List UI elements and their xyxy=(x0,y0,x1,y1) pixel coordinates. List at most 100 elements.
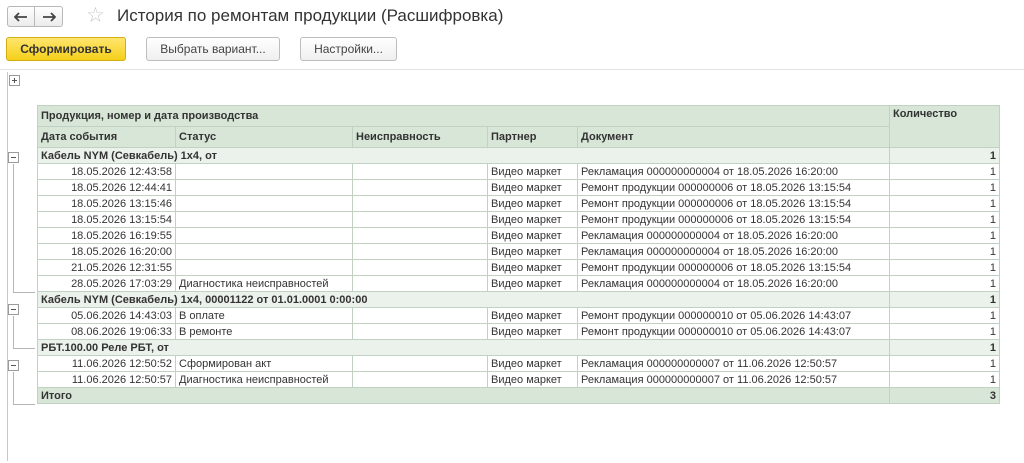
document-cell[interactable]: Рекламация 000000000004 от 18.05.2026 16… xyxy=(576,163,891,180)
fault-cell xyxy=(352,195,488,212)
document-cell[interactable]: Ремонт продукции 000000006 от 18.05.2026… xyxy=(576,179,891,196)
document-header: Документ xyxy=(576,126,891,148)
status-cell xyxy=(175,211,353,228)
header-row: Дата события Статус Неисправность Партне… xyxy=(37,126,1000,148)
table-row[interactable]: 18.05.2026 12:44:41 Видео маркет Ремонт … xyxy=(37,179,1001,196)
quantity-cell: 1 xyxy=(889,163,1001,180)
table-row[interactable]: 28.05.2026 17:03:29 Диагностика неисправ… xyxy=(37,275,1001,292)
group-quantity: 1 xyxy=(889,291,1001,308)
table-row[interactable]: 05.06.2026 14:43:03 В оплате Видео марке… xyxy=(37,307,1001,324)
group-title: РБТ.100.00 Реле РБТ, от xyxy=(36,339,891,356)
group-quantity: 1 xyxy=(889,147,1001,164)
document-cell[interactable]: Ремонт продукции 000000006 от 18.05.2026… xyxy=(576,195,891,212)
partner-cell[interactable]: Видео маркет xyxy=(487,179,578,196)
document-cell[interactable]: Рекламация 000000000007 от 11.06.2026 12… xyxy=(576,355,891,372)
partner-cell[interactable]: Видео маркет xyxy=(487,275,578,292)
fault-header: Неисправность xyxy=(352,126,488,148)
quantity-cell: 1 xyxy=(889,355,1001,372)
table-row[interactable]: 08.06.2026 19:06:33 В ремонте Видео марк… xyxy=(37,323,1001,340)
document-cell[interactable]: Рекламация 000000000007 от 11.06.2026 12… xyxy=(576,371,891,388)
event-date-cell: 28.05.2026 17:03:29 xyxy=(37,275,176,292)
tree-line xyxy=(13,292,35,293)
status-cell xyxy=(175,243,353,260)
quantity-cell: 1 xyxy=(889,259,1001,276)
fault-cell xyxy=(352,243,488,260)
status-cell xyxy=(175,163,353,180)
group-row[interactable]: РБТ.100.00 Реле РБТ, от 1 xyxy=(36,339,1001,356)
fault-cell xyxy=(352,259,488,276)
status-cell: В оплате xyxy=(175,307,353,324)
status-cell xyxy=(175,195,353,212)
collapse-group-2-icon[interactable] xyxy=(8,304,19,315)
partner-cell[interactable]: Видео маркет xyxy=(487,323,578,340)
report-spreadsheet[interactable]: Продукция, номер и дата производства Кол… xyxy=(0,72,1024,463)
header-row: Продукция, номер и дата производства Кол… xyxy=(36,105,1001,148)
fault-cell xyxy=(352,323,488,340)
table-row[interactable]: 11.06.2026 12:50:57 Диагностика неисправ… xyxy=(37,371,1001,388)
arrow-right-icon xyxy=(42,11,56,22)
document-cell[interactable]: Ремонт продукции 000000010 от 05.06.2026… xyxy=(576,307,891,324)
partner-cell[interactable]: Видео маркет xyxy=(487,211,578,228)
favorite-star-icon[interactable]: ☆ xyxy=(86,5,105,26)
forward-button[interactable] xyxy=(35,6,63,27)
status-cell: Сформирован акт xyxy=(175,355,353,372)
partner-cell[interactable]: Видео маркет xyxy=(487,227,578,244)
fault-cell xyxy=(352,307,488,324)
partner-cell[interactable]: Видео маркет xyxy=(487,195,578,212)
title-bar: ☆ История по ремонтам продукции (Расшифр… xyxy=(0,0,1024,34)
status-cell xyxy=(175,179,353,196)
partner-cell[interactable]: Видео маркет xyxy=(487,307,578,324)
quantity-cell: 1 xyxy=(889,323,1001,340)
status-cell: Диагностика неисправностей xyxy=(175,275,353,292)
total-label: Итого xyxy=(36,387,891,404)
table-row[interactable]: 18.05.2026 16:20:00 Видео маркет Реклама… xyxy=(37,243,1001,260)
event-date-cell: 18.05.2026 12:43:58 xyxy=(37,163,176,180)
quantity-cell: 1 xyxy=(889,211,1001,228)
generate-button[interactable]: Сформировать xyxy=(6,37,126,61)
document-cell[interactable]: Рекламация 000000000004 от 18.05.2026 16… xyxy=(576,275,891,292)
document-cell[interactable]: Ремонт продукции 000000010 от 05.06.2026… xyxy=(576,323,891,340)
group-row[interactable]: Кабель NYM (Севкабель) 1x4, 00001122 от … xyxy=(36,291,1001,308)
tree-line xyxy=(13,372,14,405)
event-date-cell: 18.05.2026 16:20:00 xyxy=(37,243,176,260)
partner-cell[interactable]: Видео маркет xyxy=(487,371,578,388)
collapse-group-3-icon[interactable] xyxy=(8,360,19,371)
status-header: Статус xyxy=(175,126,353,148)
table-row[interactable]: 18.05.2026 13:15:46 Видео маркет Ремонт … xyxy=(37,195,1001,212)
quantity-cell: 1 xyxy=(889,227,1001,244)
status-cell xyxy=(175,259,353,276)
partner-cell[interactable]: Видео маркет xyxy=(487,259,578,276)
fault-cell xyxy=(352,211,488,228)
table-row[interactable]: 18.05.2026 16:19:55 Видео маркет Реклама… xyxy=(37,227,1001,244)
document-cell[interactable]: Ремонт продукции 000000006 от 18.05.2026… xyxy=(576,259,891,276)
group-row[interactable]: Кабель NYM (Севкабель) 1x4, от 1 xyxy=(36,147,1001,164)
fault-cell xyxy=(352,371,488,388)
document-cell[interactable]: Рекламация 000000000004 от 18.05.2026 16… xyxy=(576,227,891,244)
event-date-cell: 18.05.2026 16:19:55 xyxy=(37,227,176,244)
back-button[interactable] xyxy=(7,6,35,27)
partner-cell[interactable]: Видео маркет xyxy=(487,163,578,180)
status-cell: Диагностика неисправностей xyxy=(175,371,353,388)
tree-line xyxy=(13,316,14,349)
table-row[interactable]: 18.05.2026 12:43:58 Видео маркет Реклама… xyxy=(37,163,1001,180)
partner-cell[interactable]: Видео маркет xyxy=(487,243,578,260)
arrow-left-icon xyxy=(14,11,27,22)
event-date-cell: 18.05.2026 13:15:54 xyxy=(37,211,176,228)
event-date-cell: 11.06.2026 12:50:57 xyxy=(37,371,176,388)
fault-cell xyxy=(352,163,488,180)
quantity-cell: 1 xyxy=(889,275,1001,292)
document-cell[interactable]: Рекламация 000000000004 от 18.05.2026 16… xyxy=(576,243,891,260)
tree-line xyxy=(13,348,35,349)
select-variant-button[interactable]: Выбрать вариант... xyxy=(146,37,280,61)
event-date-header: Дата события xyxy=(37,126,176,148)
settings-button[interactable]: Настройки... xyxy=(300,37,397,61)
expand-all-icon[interactable] xyxy=(9,75,20,86)
collapse-group-1-icon[interactable] xyxy=(8,152,19,163)
partner-cell[interactable]: Видео маркет xyxy=(487,355,578,372)
quantity-header: Количество xyxy=(889,105,1001,148)
document-cell[interactable]: Ремонт продукции 000000006 от 18.05.2026… xyxy=(576,211,891,228)
table-row[interactable]: 18.05.2026 13:15:54 Видео маркет Ремонт … xyxy=(37,211,1001,228)
table-row[interactable]: 21.05.2026 12:31:55 Видео маркет Ремонт … xyxy=(37,259,1001,276)
table-row[interactable]: 11.06.2026 12:50:52 Сформирован акт Виде… xyxy=(37,355,1001,372)
event-date-cell: 11.06.2026 12:50:52 xyxy=(37,355,176,372)
